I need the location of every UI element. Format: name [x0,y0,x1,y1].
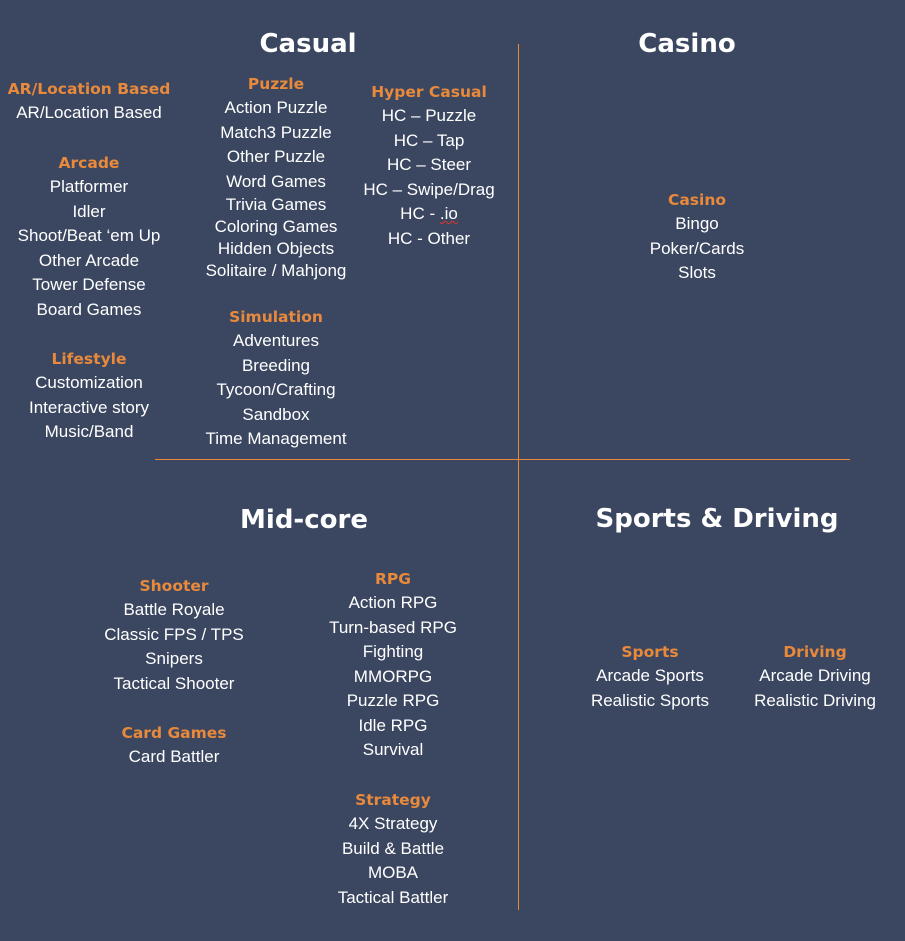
group-title: AR/Location Based [7,80,171,98]
list-item: Coloring Games [214,216,338,236]
list-item: Platformer [49,177,129,196]
list-item: Tycoon/Crafting [216,380,336,399]
list-item: HC – Steer [386,155,472,174]
list-item: 4X Strategy [348,814,438,833]
list-item: Match3 Puzzle [220,122,332,142]
list-item: Trivia Games [225,194,327,214]
list-item: Interactive story [29,397,149,417]
list-item: AR/Location Based [16,103,162,122]
group-simulation: Simulation Adventures Breeding Tycoon/Cr… [205,305,346,452]
list-item: Board Games [36,299,142,319]
list-item: Tower Defense [32,275,146,294]
list-item: Slots [678,263,716,282]
group-title: Card Games [121,724,227,742]
vertical-divider [518,44,519,910]
list-item: Shoot/Beat ‘em Up [17,226,161,245]
list-item: Fighting [362,642,424,661]
list-item: Puzzle RPG [346,691,440,710]
list-item: Tactical Battler [337,887,449,907]
group-puzzle: Puzzle Action Puzzle Match3 Puzzle Other… [206,72,347,281]
list-item: Card Battler [128,747,220,766]
list-item: HC - Other [387,228,471,248]
group-card-games: Card Games Card Battler [121,721,226,770]
group-casino: Casino Bingo Poker/Cards Slots [650,188,744,286]
list-item: HC – Puzzle [381,106,477,125]
list-item: Action Puzzle [224,98,328,117]
group-strategy: Strategy 4X Strategy Build & Battle MOBA… [338,788,449,910]
group-title: Shooter [139,577,209,595]
list-item: Idle RPG [358,715,428,735]
group-title: Driving [783,643,847,661]
group-shooter: Shooter Battle Royale Classic FPS / TPS … [104,574,244,696]
list-item: Adventures [232,331,319,350]
group-sports: Sports Arcade Sports Realistic Sports [591,640,709,713]
list-item: Turn-based RPG [329,617,457,637]
list-item: Music/Band [44,422,134,441]
midcore-title: Mid-core [240,505,368,535]
group-title: Lifestyle [51,350,127,368]
list-item: Other Puzzle [226,147,326,166]
group-hyper-casual: Hyper Casual HC – Puzzle HC – Tap HC – S… [363,80,494,251]
list-item: Realistic Sports [590,690,710,710]
list-item: HC – Tap [393,130,465,150]
list-item: Snipers [145,649,203,668]
sports-driving-title: Sports & Driving [595,504,839,534]
list-item: Classic FPS / TPS [104,624,244,644]
list-item: Battle Royale [123,600,225,619]
list-item: Bingo [675,214,719,233]
list-item: Survival [362,740,424,759]
group-title: Arcade [58,154,120,172]
list-item: Poker/Cards [649,238,745,258]
spellcheck-underline: .io [439,204,458,223]
list-item: Breeding [241,355,311,375]
list-item: Other Arcade [38,250,140,270]
list-item: HC – Swipe/Drag [363,179,495,199]
casino-title: Casino [638,29,736,59]
group-title: Puzzle [247,75,305,93]
list-item: Action RPG [348,593,438,612]
list-item: HC - .io [400,204,458,223]
list-item: MMORPG [353,666,433,686]
list-item: Arcade Sports [596,666,704,685]
list-item: Customization [35,373,143,392]
list-item: Hidden Objects [217,238,335,258]
group-ar-location: AR/Location Based AR/Location Based [8,77,171,126]
group-title: Strategy [355,791,431,809]
list-item: Sandbox [242,404,310,424]
casual-title: Casual [259,29,357,59]
list-item: Idler [72,201,106,221]
list-item: Solitaire / Mahjong [205,260,347,280]
horizontal-divider [155,459,850,460]
list-item: Word Games [226,171,326,191]
list-item: Realistic Driving [754,690,876,710]
group-title: Sports [621,643,679,661]
list-item: Build & Battle [341,838,445,858]
list-item: Tactical Shooter [113,673,235,693]
group-driving: Driving Arcade Driving Realistic Driving [754,640,876,713]
group-title: Simulation [229,308,323,326]
group-rpg: RPG Action RPG Turn-based RPG Fighting M… [329,567,457,763]
group-title: Hyper Casual [371,83,487,101]
list-item: Arcade Driving [759,666,871,685]
group-lifestyle: Lifestyle Customization Interactive stor… [29,347,149,445]
group-title: RPG [374,570,412,588]
list-item: MOBA [367,863,419,882]
group-title: Casino [667,191,727,209]
group-arcade: Arcade Platformer Idler Shoot/Beat ‘em U… [18,151,161,322]
list-item: Time Management [205,429,347,448]
